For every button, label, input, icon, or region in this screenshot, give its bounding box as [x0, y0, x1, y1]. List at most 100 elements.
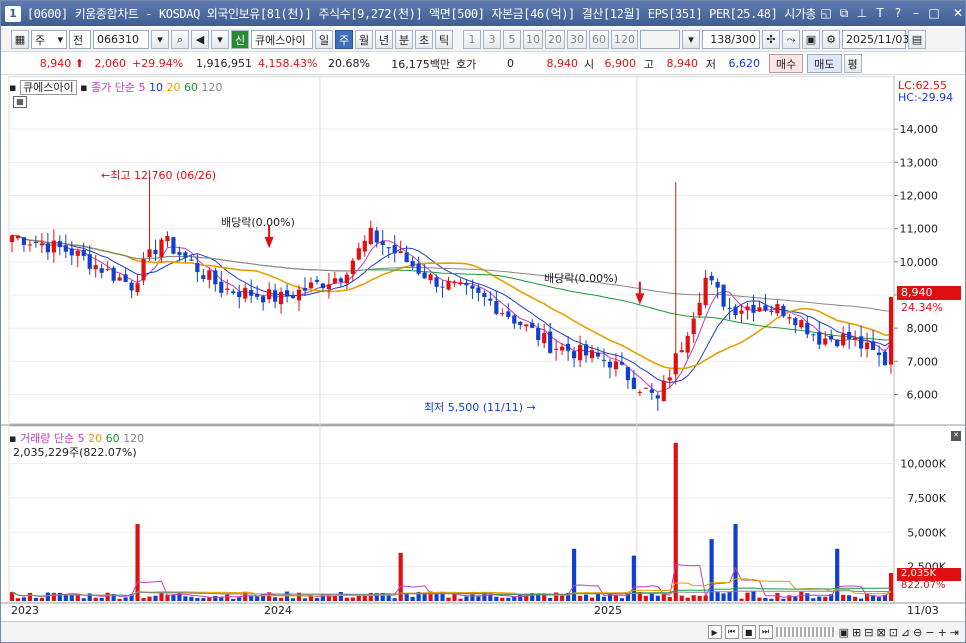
- copy-icon[interactable]: ⧉: [837, 6, 851, 21]
- candle-body: [799, 320, 804, 328]
- tab-tick[interactable]: 틱: [435, 30, 453, 49]
- ma-legend-60: 60: [184, 81, 199, 94]
- tab-second[interactable]: 초: [415, 30, 433, 49]
- restore-icon[interactable]: ◱: [819, 6, 833, 21]
- last-icon[interactable]: ⏭: [758, 625, 773, 639]
- candle-body: [9, 235, 15, 243]
- volume-bar: [33, 597, 39, 601]
- unit-button[interactable]: 10: [523, 30, 543, 49]
- buy-button[interactable]: 매수: [769, 54, 804, 73]
- speaker-icon[interactable]: ◀: [191, 30, 209, 49]
- line-icon[interactable]: ⊟: [864, 626, 873, 639]
- candle-body: [769, 310, 774, 312]
- tab-week[interactable]: 주: [335, 30, 353, 49]
- scroll-right-icon[interactable]: ▶: [707, 625, 722, 639]
- unit-button[interactable]: 3: [483, 30, 501, 49]
- layout-icon[interactable]: ▦: [11, 30, 29, 49]
- search-icon[interactable]: ⌕: [171, 30, 189, 49]
- close-icon[interactable]: ✕: [951, 6, 965, 21]
- unit-dropdown-icon[interactable]: ▾: [682, 30, 700, 49]
- minus-icon[interactable]: −: [925, 626, 934, 639]
- tab-minute[interactable]: 분: [395, 30, 413, 49]
- candle-icon[interactable]: ⊞: [852, 626, 861, 639]
- unit-button[interactable]: 120: [611, 30, 638, 49]
- price-tick-label: 10,000: [900, 256, 939, 269]
- candle-body: [859, 336, 864, 349]
- candle-body: [123, 274, 128, 282]
- pin-icon[interactable]: ⊥: [855, 6, 869, 21]
- candle-body: [278, 291, 284, 305]
- unit-button[interactable]: 60: [589, 30, 609, 49]
- gear-icon[interactable]: ⚙: [822, 30, 840, 49]
- volume-bar: [135, 524, 140, 601]
- scroll-track[interactable]: [775, 627, 836, 637]
- ma-line-60: [11, 234, 892, 341]
- scope-select[interactable]: 전: [69, 30, 91, 49]
- candle-body: [111, 267, 116, 281]
- tab-year[interactable]: 년: [375, 30, 393, 49]
- expand-icon[interactable]: ⇥: [950, 626, 959, 639]
- plus-icon[interactable]: +: [938, 626, 947, 639]
- candle-body: [105, 268, 110, 270]
- candle-body: [721, 284, 726, 307]
- panel-close-icon[interactable]: ✕: [951, 431, 961, 441]
- sell-button[interactable]: 매도: [807, 54, 842, 73]
- maximize-icon[interactable]: □: [927, 6, 941, 21]
- ma-legend-name: 종가 단순: [91, 81, 136, 94]
- candle-body: [655, 395, 660, 399]
- help-icon[interactable]: ?: [891, 6, 905, 21]
- unit-button[interactable]: 5: [503, 30, 521, 49]
- stock-chip[interactable]: 큐에스아이: [19, 80, 77, 95]
- unit-button[interactable]: 1: [463, 30, 481, 49]
- volume-bar: [21, 597, 27, 601]
- tab-day[interactable]: 일: [315, 30, 333, 49]
- speaker-dropdown-icon[interactable]: ▾: [211, 30, 229, 49]
- chart-type-icon[interactable]: ▣: [839, 626, 849, 639]
- volume-bar: [464, 596, 469, 601]
- candle-body: [350, 260, 355, 275]
- ma-legend-5: 5: [138, 81, 146, 94]
- stop-icon[interactable]: ■: [741, 625, 756, 639]
- minimize-icon[interactable]: –: [909, 6, 923, 21]
- volume-bar: [548, 597, 553, 601]
- candle-settings-icon[interactable]: ✣: [762, 30, 780, 49]
- tab-month[interactable]: 월: [355, 30, 373, 49]
- stock-code-input[interactable]: 066310: [93, 30, 149, 49]
- data-count[interactable]: 138/300: [702, 30, 760, 49]
- chart-area[interactable]: 14,00013,00012,00011,00010,0009,0008,000…: [1, 75, 965, 621]
- save-icon[interactable]: ▣: [802, 30, 820, 49]
- current-price: 8,940 ⬆: [1, 57, 87, 70]
- unit-custom-input[interactable]: [640, 30, 680, 49]
- candle-body: [290, 295, 296, 299]
- x-axis-label-2023: 2023: [11, 604, 39, 617]
- candle-body: [344, 274, 349, 284]
- candle-body: [739, 310, 744, 314]
- candle-body: [374, 230, 379, 243]
- volume-bar: [302, 598, 308, 601]
- code-dropdown-icon[interactable]: ▾: [151, 30, 169, 49]
- grid-toggle-icon[interactable]: ▦: [13, 96, 27, 108]
- candle-body: [775, 304, 780, 314]
- period-select[interactable]: 주 ▾: [31, 30, 67, 49]
- unit-button[interactable]: 30: [567, 30, 587, 49]
- candle-body: [99, 268, 104, 273]
- volume-bar: [763, 597, 768, 601]
- last-price-tag: 8,940: [897, 286, 961, 300]
- bar-icon[interactable]: ⊠: [876, 626, 885, 639]
- flat-button[interactable]: 평: [843, 54, 862, 73]
- candle-body: [464, 282, 469, 286]
- candle-body: [841, 333, 846, 346]
- unit-button[interactable]: 20: [545, 30, 565, 49]
- compare-icon[interactable]: ⊿: [901, 626, 910, 639]
- volume-bar: [799, 591, 804, 601]
- date-input[interactable]: 2025/11/03: [842, 30, 909, 49]
- chart-svg[interactable]: 14,00013,00012,00011,00010,0009,0008,000…: [1, 75, 965, 621]
- font-icon[interactable]: T: [873, 6, 887, 21]
- zoom-out-icon[interactable]: ⊖: [913, 626, 922, 639]
- first-icon[interactable]: ⏮: [724, 625, 739, 639]
- x-axis-label-2024: 2024: [264, 604, 292, 617]
- area-icon[interactable]: ⊡: [889, 626, 898, 639]
- drawing-tool-icon[interactable]: ⤳: [782, 30, 800, 49]
- volume-bar: [458, 598, 463, 601]
- calendar-icon[interactable]: ▤: [908, 30, 926, 49]
